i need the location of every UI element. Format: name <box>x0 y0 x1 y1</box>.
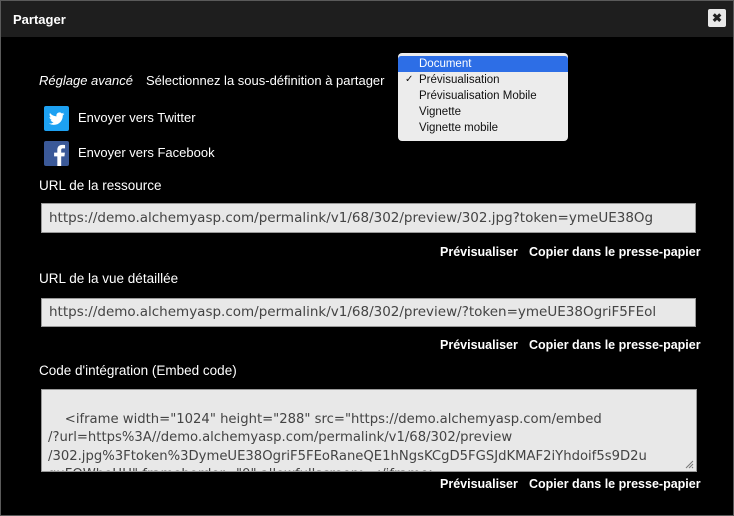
embed-code-text: <iframe width="1024" height="288" src="h… <box>48 411 647 472</box>
preview-resource-link[interactable]: Prévisualiser <box>440 245 518 259</box>
copy-embed-link[interactable]: Copier dans le presse-papier <box>529 477 701 491</box>
preview-detail-link[interactable]: Prévisualiser <box>440 338 518 352</box>
checkmark-icon: ✓ <box>405 74 414 85</box>
subdefinition-prompt: Sélectionnez la sous-définition à partag… <box>146 73 385 88</box>
subdefinition-dropdown[interactable]: Document ✓ Prévisualisation Prévisualisa… <box>398 53 568 141</box>
option-preview-mobile[interactable]: Prévisualisation Mobile <box>398 88 568 104</box>
option-label: Vignette mobile <box>419 122 499 134</box>
facebook-share-link[interactable]: Envoyer vers Facebook <box>78 145 215 160</box>
twitter-share-link[interactable]: Envoyer vers Twitter <box>78 110 196 125</box>
resource-url-field[interactable]: https://demo.alchemyasp.com/permalink/v1… <box>41 203 696 233</box>
dialog-title: Partager <box>13 12 66 27</box>
twitter-button[interactable] <box>44 106 69 131</box>
preview-embed-link[interactable]: Prévisualiser <box>440 477 518 491</box>
detail-url-field[interactable]: https://demo.alchemyasp.com/permalink/v1… <box>41 298 696 327</box>
close-button[interactable]: ✖ <box>708 9 726 27</box>
dialog-titlebar: Partager ✖ <box>1 1 733 37</box>
option-label: Prévisualisation <box>419 74 500 86</box>
copy-detail-link[interactable]: Copier dans le presse-papier <box>529 338 701 352</box>
detail-url-label: URL de la vue détaillée <box>39 271 179 286</box>
option-label: Prévisualisation Mobile <box>419 90 537 102</box>
option-document[interactable]: Document <box>398 56 568 72</box>
option-label: Document <box>419 58 472 70</box>
option-preview[interactable]: ✓ Prévisualisation <box>398 72 568 88</box>
resource-url-label: URL de la ressource <box>39 178 162 193</box>
facebook-button[interactable] <box>44 141 69 166</box>
embed-code-textarea[interactable]: <iframe width="1024" height="288" src="h… <box>41 389 697 472</box>
copy-resource-link[interactable]: Copier dans le presse-papier <box>529 245 701 259</box>
share-dialog: Partager ✖ Réglage avancé Sélectionnez l… <box>0 0 734 516</box>
facebook-icon <box>54 144 66 166</box>
resize-grip-icon[interactable] <box>684 459 694 469</box>
option-thumbnail-mobile[interactable]: Vignette mobile <box>398 120 568 136</box>
twitter-icon <box>48 112 65 125</box>
option-thumbnail[interactable]: Vignette <box>398 104 568 120</box>
advanced-settings-label: Réglage avancé <box>39 73 133 88</box>
embed-code-label: Code d'intégration (Embed code) <box>39 363 237 378</box>
option-label: Vignette <box>419 106 461 118</box>
close-icon: ✖ <box>711 11 723 25</box>
